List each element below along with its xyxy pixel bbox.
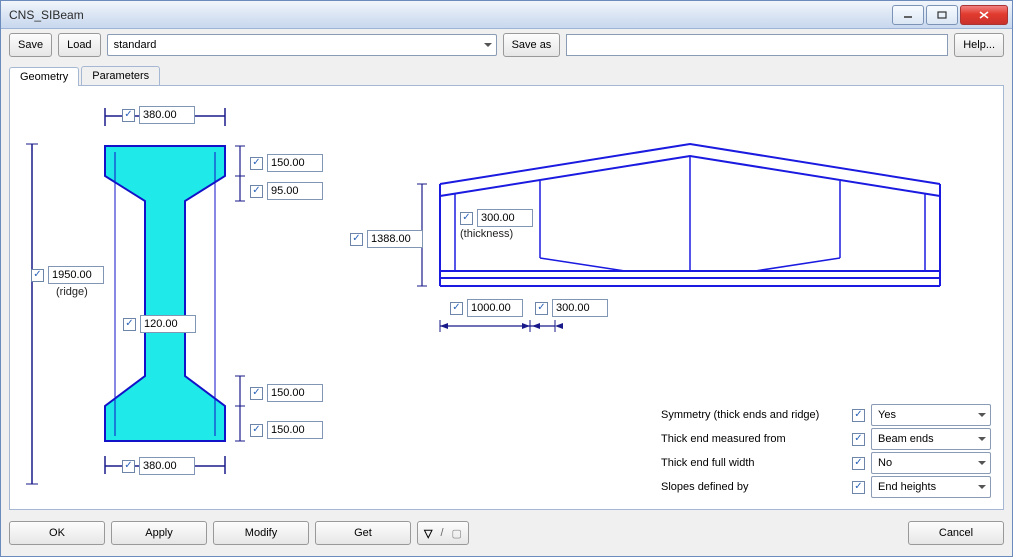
- chk-symmetry[interactable]: [852, 409, 865, 422]
- dim-bot-flange-2: [250, 421, 323, 439]
- combo-thick-full[interactable]: No: [871, 452, 991, 474]
- tab-container: Geometry Parameters: [9, 63, 1004, 510]
- get-button[interactable]: Get: [315, 521, 411, 545]
- input-top-flange-1[interactable]: [267, 154, 323, 172]
- load-button[interactable]: Load: [58, 33, 100, 57]
- tab-panel-geometry: (ridge): [9, 85, 1004, 510]
- ok-button[interactable]: OK: [9, 521, 105, 545]
- window-title: CNS_SIBeam: [9, 8, 890, 22]
- chk-top-flange-1[interactable]: [250, 157, 263, 170]
- chk-top-flange-2[interactable]: [250, 185, 263, 198]
- chk-elev-height[interactable]: [350, 233, 363, 246]
- chk-total-height[interactable]: [31, 269, 44, 282]
- height-dim-line: [22, 134, 42, 494]
- apply-button[interactable]: Apply: [111, 521, 207, 545]
- dim-total-height: [31, 266, 104, 284]
- input-bottom-width[interactable]: [139, 457, 195, 475]
- options-panel: Symmetry (thick ends and ridge) Yes Thic…: [661, 403, 991, 499]
- close-button[interactable]: [960, 5, 1008, 25]
- dim-web-width: [123, 315, 196, 333]
- chk-bottom-width[interactable]: [122, 460, 135, 473]
- chk-web-width[interactable]: [123, 318, 136, 331]
- tab-geometry[interactable]: Geometry: [9, 67, 79, 86]
- combo-symmetry[interactable]: Yes: [871, 404, 991, 426]
- input-total-height[interactable]: [48, 266, 104, 284]
- toggle-filter[interactable]: ▽ / ▢: [417, 521, 469, 545]
- chk-span1[interactable]: [450, 302, 463, 315]
- label-thickness: (thickness): [460, 228, 513, 240]
- input-top-flange-2[interactable]: [267, 182, 323, 200]
- input-bot-flange-2[interactable]: [267, 421, 323, 439]
- chk-bot-flange-1[interactable]: [250, 387, 263, 400]
- chk-thick-full[interactable]: [852, 457, 865, 470]
- modify-button[interactable]: Modify: [213, 521, 309, 545]
- dim-elev-height: [350, 230, 423, 248]
- dim-thickness: [460, 209, 533, 227]
- label-thick-from: Thick end measured from: [661, 433, 852, 445]
- label-slopes: Slopes defined by: [661, 481, 852, 493]
- opt-symmetry: Symmetry (thick ends and ridge) Yes: [661, 403, 991, 427]
- label-ridge: (ridge): [56, 286, 88, 298]
- label-symmetry: Symmetry (thick ends and ridge): [661, 409, 852, 421]
- combo-slopes[interactable]: End heights: [871, 476, 991, 498]
- tab-strip: Geometry Parameters: [9, 63, 1004, 85]
- dim-span2: [535, 299, 608, 317]
- dim-top-width: [122, 106, 195, 124]
- bottom-bar: OK Apply Modify Get ▽ / ▢ Cancel: [1, 510, 1012, 556]
- input-thickness[interactable]: [477, 209, 533, 227]
- chk-thick-from[interactable]: [852, 433, 865, 446]
- input-top-width[interactable]: [139, 106, 195, 124]
- chk-slopes[interactable]: [852, 481, 865, 494]
- dim-bot-flange-1: [250, 384, 323, 402]
- window-controls: [890, 5, 1008, 25]
- elevation-diagram: [410, 126, 950, 386]
- dim-bottom-width: [122, 457, 195, 475]
- chk-span2[interactable]: [535, 302, 548, 315]
- toolbar: Save Load standard Save as Help...: [1, 29, 1012, 61]
- opt-thick-full: Thick end full width No: [661, 451, 991, 475]
- dim-top-flange-1: [250, 154, 323, 172]
- help-button[interactable]: Help...: [954, 33, 1004, 57]
- input-bot-flange-1[interactable]: [267, 384, 323, 402]
- opt-slopes: Slopes defined by End heights: [661, 475, 991, 499]
- cancel-button[interactable]: Cancel: [908, 521, 1004, 545]
- tab-parameters[interactable]: Parameters: [81, 66, 160, 85]
- save-as-name-input[interactable]: [566, 34, 948, 56]
- combo-thick-from[interactable]: Beam ends: [871, 428, 991, 450]
- input-web-width[interactable]: [140, 315, 196, 333]
- minimize-button[interactable]: [892, 5, 924, 25]
- dim-top-flange-2: [250, 182, 323, 200]
- chk-thickness[interactable]: [460, 212, 473, 225]
- maximize-button[interactable]: [926, 5, 958, 25]
- titlebar: CNS_SIBeam: [1, 1, 1012, 29]
- dim-span1: [450, 299, 523, 317]
- input-elev-height[interactable]: [367, 230, 423, 248]
- chk-bot-flange-2[interactable]: [250, 424, 263, 437]
- app-window: CNS_SIBeam Save Load standard Save as He…: [0, 0, 1013, 557]
- input-span2[interactable]: [552, 299, 608, 317]
- opt-thick-from: Thick end measured from Beam ends: [661, 427, 991, 451]
- label-thick-full: Thick end full width: [661, 457, 852, 469]
- input-span1[interactable]: [467, 299, 523, 317]
- chk-top-width[interactable]: [122, 109, 135, 122]
- preset-combo-value: standard: [114, 39, 157, 51]
- save-as-button[interactable]: Save as: [503, 33, 561, 57]
- save-button[interactable]: Save: [9, 33, 52, 57]
- preset-combo[interactable]: standard: [107, 34, 497, 56]
